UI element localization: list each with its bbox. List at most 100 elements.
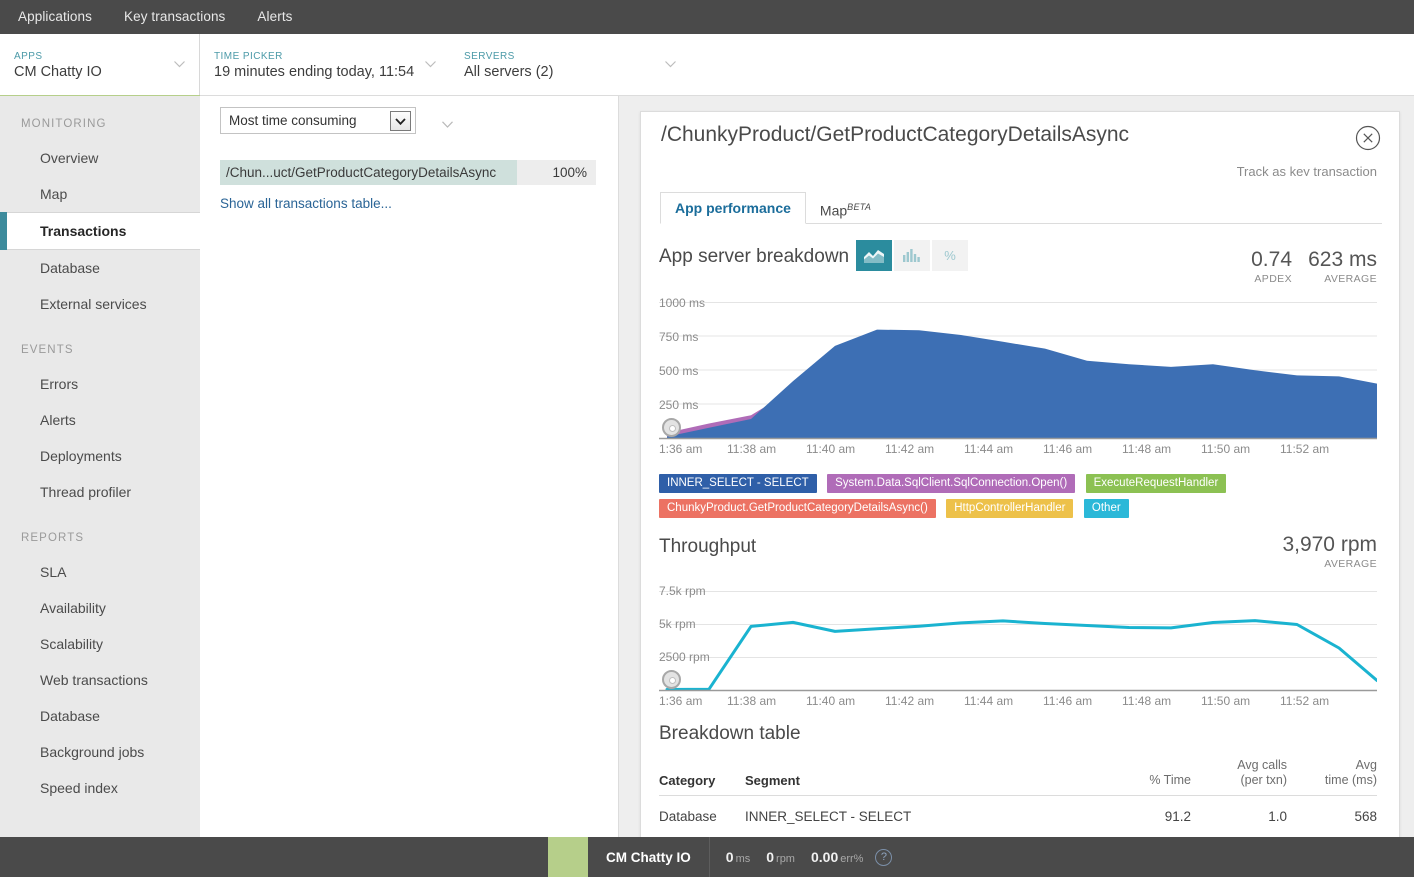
throughput-xtick-3: 11:42 am bbox=[885, 694, 934, 708]
sidebar-item-thread-profiler[interactable]: Thread profiler bbox=[0, 474, 200, 510]
app-server-breakdown-title: App server breakdown bbox=[659, 246, 849, 268]
servers-selector-label: SERVERS bbox=[464, 51, 674, 62]
legend-chip-get-product-category-details[interactable]: ChunkyProduct.GetProductCategoryDetailsA… bbox=[659, 499, 936, 518]
app-server-breakdown-chart[interactable] bbox=[659, 295, 1377, 455]
th-avg-time-line1: Avg bbox=[1356, 758, 1377, 772]
transaction-list-column: Most time consuming /Chun...uct/GetProdu… bbox=[200, 96, 618, 877]
breakdown-xtick-0: 1:36 am bbox=[659, 442, 702, 456]
detail-tabs: App performance MapBETA bbox=[660, 192, 1399, 224]
sidebar-item-web-transactions[interactable]: Web transactions bbox=[0, 662, 200, 698]
row0-avg-time: 568 bbox=[1287, 796, 1377, 838]
application-window: Applications Key transactions Alerts APP… bbox=[0, 0, 1414, 877]
sidebar-item-database[interactable]: Database bbox=[0, 250, 200, 286]
status-footer: CM Chatty IO 0ms 0rpm 0.00err% ? bbox=[0, 837, 1414, 877]
sidebar-item-availability[interactable]: Availability bbox=[0, 590, 200, 626]
sidebar-item-scalability[interactable]: Scalability bbox=[0, 626, 200, 662]
tab-app-performance[interactable]: App performance bbox=[660, 192, 806, 224]
throughput-chart[interactable] bbox=[659, 585, 1377, 693]
sidebar-item-background-jobs[interactable]: Background jobs bbox=[0, 734, 200, 770]
chevron-down-icon[interactable] bbox=[390, 111, 411, 131]
bar-chart-icon[interactable] bbox=[894, 240, 930, 271]
average-response-metric: 623 ms AVERAGE bbox=[1300, 248, 1377, 285]
sort-select-wrapper: Most time consuming bbox=[220, 107, 438, 134]
close-icon[interactable] bbox=[1355, 125, 1381, 151]
throughput-xtick-2: 11:40 am bbox=[806, 694, 855, 708]
th-avg-time: Avg time (ms) bbox=[1287, 758, 1377, 796]
apps-selector-label: APPS bbox=[14, 51, 183, 62]
legend-chip-http-controller-handler[interactable]: HttpControllerHandler bbox=[946, 499, 1073, 518]
throughput-value: 3,970 rpm bbox=[1270, 533, 1377, 557]
breakdown-xtick-3: 11:42 am bbox=[885, 442, 934, 456]
throughput-xtick-8: 11:52 am bbox=[1280, 694, 1329, 708]
throughput-ytick-5000: 5k rpm bbox=[659, 617, 696, 631]
legend-chip-sqlconnection-open[interactable]: System.Data.SqlClient.SqlConnection.Open… bbox=[827, 474, 1075, 493]
servers-selector-value: All servers (2) bbox=[464, 64, 674, 80]
throughput-ytick-7500: 7.5k rpm bbox=[659, 584, 706, 598]
breakdown-xtick-6: 11:48 am bbox=[1122, 442, 1171, 456]
sidebar-item-alerts[interactable]: Alerts bbox=[0, 402, 200, 438]
time-picker-value: 19 minutes ending today, 11:54 bbox=[214, 64, 434, 80]
apps-selector[interactable]: APPS CM Chatty IO bbox=[0, 34, 200, 96]
app-health-swatch bbox=[548, 837, 588, 877]
throughput-xtick-4: 11:44 am bbox=[964, 694, 1013, 708]
sidebar-item-deployments[interactable]: Deployments bbox=[0, 438, 200, 474]
help-icon[interactable]: ? bbox=[875, 849, 892, 866]
chevron-down-icon bbox=[665, 61, 676, 68]
sidebar-item-map[interactable]: Map bbox=[0, 176, 200, 212]
legend-chip-execute-request-handler[interactable]: ExecuteRequestHandler bbox=[1086, 474, 1227, 493]
breakdown-xtick-5: 11:46 am bbox=[1043, 442, 1092, 456]
average-response-label: AVERAGE bbox=[1300, 273, 1377, 285]
breakdown-ytick-500: 500 ms bbox=[659, 364, 698, 378]
topnav-item-key-transactions[interactable]: Key transactions bbox=[108, 0, 241, 34]
breakdown-table-title: Breakdown table bbox=[659, 723, 801, 745]
breakdown-chart-svg bbox=[659, 295, 1377, 455]
topnav-item-alerts[interactable]: Alerts bbox=[241, 0, 308, 34]
time-picker-selector[interactable]: TIME PICKER 19 minutes ending today, 11:… bbox=[200, 34, 450, 96]
chart-range-handle-left[interactable] bbox=[662, 418, 681, 437]
breakdown-chart-legend: INNER_SELECT - SELECT System.Data.SqlCli… bbox=[659, 473, 1389, 523]
footer-throughput-value: 0 bbox=[766, 849, 774, 865]
sort-select[interactable]: Most time consuming bbox=[220, 107, 416, 134]
sidebar-section-monitoring: MONITORING bbox=[0, 96, 200, 140]
show-all-transactions-link[interactable]: Show all transactions table... bbox=[220, 196, 392, 211]
chart-type-toggles: % bbox=[856, 240, 968, 271]
throughput-metric: 3,970 rpm AVERAGE bbox=[1270, 533, 1377, 570]
transaction-list-item[interactable]: /Chun...uct/GetProductCategoryDetailsAsy… bbox=[220, 160, 596, 185]
average-response-value: 623 ms bbox=[1300, 248, 1377, 272]
sidebar-item-reports-database[interactable]: Database bbox=[0, 698, 200, 734]
servers-selector[interactable]: SERVERS All servers (2) bbox=[450, 34, 690, 96]
th-category: Category bbox=[659, 758, 745, 796]
track-as-key-transaction-link[interactable]: Track as key transaction bbox=[1237, 164, 1377, 176]
footer-stat-throughput: 0rpm bbox=[750, 849, 795, 865]
th-avg-calls-line2: (per txn) bbox=[1240, 773, 1287, 787]
sidebar-item-sla[interactable]: SLA bbox=[0, 554, 200, 590]
th-avg-calls: Avg calls (per txn) bbox=[1191, 758, 1287, 796]
sidebar-item-speed-index[interactable]: Speed index bbox=[0, 770, 200, 806]
chevron-down-icon bbox=[425, 61, 436, 68]
throughput-title: Throughput bbox=[659, 536, 756, 558]
sidebar-item-external-services[interactable]: External services bbox=[0, 286, 200, 322]
page-title: /ChunkyProduct/GetProductCategoryDetails… bbox=[661, 123, 1129, 147]
chevron-down-icon bbox=[174, 61, 185, 68]
throughput-xtick-1: 11:38 am bbox=[727, 694, 776, 708]
footer-app-name[interactable]: CM Chatty IO bbox=[588, 850, 709, 865]
throughput-range-handle-left[interactable] bbox=[662, 670, 681, 689]
sidebar-item-errors[interactable]: Errors bbox=[0, 366, 200, 402]
legend-chip-inner-select[interactable]: INNER_SELECT - SELECT bbox=[659, 474, 817, 493]
sidebar-item-overview[interactable]: Overview bbox=[0, 140, 200, 176]
tab-map-badge: BETA bbox=[847, 202, 871, 212]
legend-chip-other[interactable]: Other bbox=[1084, 499, 1129, 518]
area-chart-icon[interactable] bbox=[856, 240, 892, 271]
throughput-xtick-5: 11:46 am bbox=[1043, 694, 1092, 708]
table-row[interactable]: Database INNER_SELECT - SELECT 91.2 1.0 … bbox=[659, 796, 1377, 838]
transaction-percent: 100% bbox=[552, 165, 587, 180]
tab-map[interactable]: MapBETA bbox=[806, 192, 885, 224]
breakdown-xtick-7: 11:50 am bbox=[1201, 442, 1250, 456]
apdex-label: APDEX bbox=[1240, 273, 1292, 285]
time-picker-label: TIME PICKER bbox=[214, 51, 434, 62]
topnav-item-applications[interactable]: Applications bbox=[14, 0, 108, 34]
sidebar-item-transactions[interactable]: Transactions bbox=[0, 212, 200, 250]
throughput-xtick-7: 11:50 am bbox=[1201, 694, 1250, 708]
percent-icon[interactable]: % bbox=[932, 240, 968, 271]
table-header-row: Category Segment % Time Avg calls (per t… bbox=[659, 758, 1377, 796]
